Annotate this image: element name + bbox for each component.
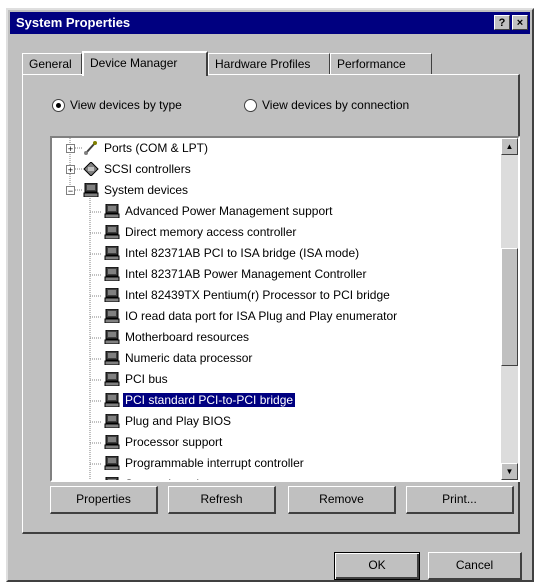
tab-hardware-profiles[interactable]: Hardware Profiles bbox=[208, 53, 330, 75]
tab-hardware-profiles-label: Hardware Profiles bbox=[215, 57, 311, 71]
system-device-icon bbox=[104, 351, 120, 365]
help-button[interactable]: ? bbox=[494, 15, 510, 30]
port-icon bbox=[84, 141, 97, 155]
system-device-item[interactable]: IO read data port for ISA Plug and Play … bbox=[52, 307, 492, 326]
system-device-item[interactable]: Intel 82371AB Power Management Controlle… bbox=[52, 265, 492, 284]
system-properties-window: System Properties ? × General Device Man… bbox=[6, 8, 534, 582]
system-device-label: PCI standard PCI-to-PCI bridge bbox=[123, 393, 296, 407]
ok-button[interactable]: OK bbox=[334, 552, 420, 580]
system-device-icon bbox=[104, 225, 120, 239]
system-device-label: Numeric data processor bbox=[125, 351, 253, 365]
system-device-label: Advanced Power Management support bbox=[125, 204, 333, 218]
tree-node-system-devices[interactable]: − System devices bbox=[52, 181, 492, 200]
system-device-label: IO read data port for ISA Plug and Play … bbox=[125, 309, 398, 323]
system-device-item[interactable]: Advanced Power Management support bbox=[52, 202, 492, 221]
tab-performance[interactable]: Performance bbox=[330, 53, 432, 75]
scroll-up-button[interactable]: ▲ bbox=[501, 138, 518, 155]
tree-connector bbox=[90, 463, 102, 465]
title-bar[interactable]: System Properties ? × bbox=[10, 12, 530, 34]
system-device-icon bbox=[104, 246, 120, 260]
system-device-item[interactable]: Direct memory access controller bbox=[52, 223, 492, 242]
system-device-label: Programmable interrupt controller bbox=[125, 456, 304, 470]
tab-device-manager-label: Device Manager bbox=[90, 56, 178, 70]
system-device-icon bbox=[104, 309, 120, 323]
vertical-scrollbar[interactable]: ▲ ▼ bbox=[501, 138, 518, 480]
system-device-item[interactable]: Intel 82371AB PCI to ISA bridge (ISA mod… bbox=[52, 244, 492, 263]
system-device-icon bbox=[104, 330, 120, 344]
tree-connector bbox=[90, 379, 102, 381]
tree-connector bbox=[90, 475, 102, 482]
system-device-item[interactable]: Numeric data processor bbox=[52, 349, 492, 368]
view-by-connection-label[interactable]: View devices by connection bbox=[262, 98, 409, 112]
system-device-icon bbox=[104, 414, 120, 428]
view-by-type-radio[interactable] bbox=[52, 99, 65, 112]
tree-connector bbox=[90, 274, 102, 276]
scroll-thumb[interactable] bbox=[501, 248, 518, 366]
system-device-label: PCI bus bbox=[125, 372, 168, 386]
system-device-item[interactable]: Plug and Play BIOS bbox=[52, 412, 492, 431]
window-title: System Properties bbox=[16, 15, 131, 30]
system-device-icon bbox=[104, 204, 120, 218]
system-device-label: Intel 82371AB Power Management Controlle… bbox=[125, 267, 367, 281]
system-device-label: Motherboard resources bbox=[125, 330, 250, 344]
scsi-icon bbox=[83, 162, 99, 176]
system-device-item[interactable]: Processor support bbox=[52, 433, 492, 452]
properties-button[interactable]: Properties bbox=[50, 486, 158, 514]
system-device-item[interactable]: Motherboard resources bbox=[52, 328, 492, 347]
system-device-item[interactable]: Programmable interrupt controller bbox=[52, 454, 492, 473]
tab-general[interactable]: General bbox=[22, 53, 82, 75]
tree-connector bbox=[90, 337, 102, 339]
tree-connector bbox=[90, 295, 102, 297]
tree-node-label: Ports (COM & LPT) bbox=[104, 141, 209, 155]
tree-connector bbox=[90, 316, 102, 318]
remove-button[interactable]: Remove bbox=[288, 486, 396, 514]
tree-connector bbox=[90, 253, 102, 255]
print-button[interactable]: Print... bbox=[406, 486, 514, 514]
tree-connector bbox=[90, 211, 102, 213]
system-device-icon bbox=[104, 267, 120, 281]
cancel-button[interactable]: Cancel bbox=[428, 552, 522, 580]
tab-device-manager[interactable]: Device Manager bbox=[82, 51, 208, 76]
system-device-label: Processor support bbox=[125, 435, 223, 449]
device-tree-list[interactable]: + Ports (COM & LPT) + SCSI controllers −… bbox=[50, 136, 520, 482]
refresh-button[interactable]: Refresh bbox=[168, 486, 276, 514]
system-device-icon bbox=[105, 477, 119, 480]
tree-connector bbox=[90, 442, 102, 444]
system-device-icon bbox=[104, 393, 120, 407]
computer-icon bbox=[83, 183, 99, 197]
tree-connector bbox=[90, 358, 102, 360]
tree-connector bbox=[90, 400, 102, 402]
expand-icon[interactable]: + bbox=[66, 144, 75, 154]
expand-icon[interactable]: + bbox=[66, 165, 75, 175]
tree-node-label: SCSI controllers bbox=[104, 162, 191, 176]
system-device-label: System board bbox=[125, 477, 199, 480]
tab-general-label: General bbox=[29, 57, 72, 71]
view-by-connection-radio[interactable] bbox=[244, 99, 257, 112]
system-device-label: Intel 82439TX Pentium(r) Processor to PC… bbox=[125, 288, 390, 302]
collapse-icon[interactable]: − bbox=[66, 186, 75, 196]
system-device-icon bbox=[104, 456, 120, 470]
tree-node-ports[interactable]: + Ports (COM & LPT) bbox=[52, 139, 492, 158]
system-device-icon bbox=[104, 372, 120, 386]
system-device-label: Intel 82371AB PCI to ISA bridge (ISA mod… bbox=[125, 246, 360, 260]
scroll-down-button[interactable]: ▼ bbox=[501, 463, 518, 480]
tab-performance-label: Performance bbox=[337, 57, 406, 71]
tree-connector bbox=[90, 232, 102, 234]
system-device-item[interactable]: Intel 82439TX Pentium(r) Processor to PC… bbox=[52, 286, 492, 305]
system-device-label: Plug and Play BIOS bbox=[125, 414, 232, 428]
view-by-type-label[interactable]: View devices by type bbox=[70, 98, 182, 112]
system-device-icon bbox=[104, 288, 120, 302]
tree-node-label: System devices bbox=[104, 183, 189, 197]
tree-node-scsi[interactable]: + SCSI controllers bbox=[52, 160, 492, 179]
close-button[interactable]: × bbox=[512, 15, 528, 30]
tree-connector bbox=[90, 421, 102, 423]
system-device-icon bbox=[104, 435, 120, 449]
system-device-item[interactable]: System board bbox=[52, 475, 492, 482]
system-device-item[interactable]: PCI standard PCI-to-PCI bridge bbox=[52, 391, 492, 410]
system-device-label: Direct memory access controller bbox=[125, 225, 297, 239]
system-device-item[interactable]: PCI bus bbox=[52, 370, 492, 389]
